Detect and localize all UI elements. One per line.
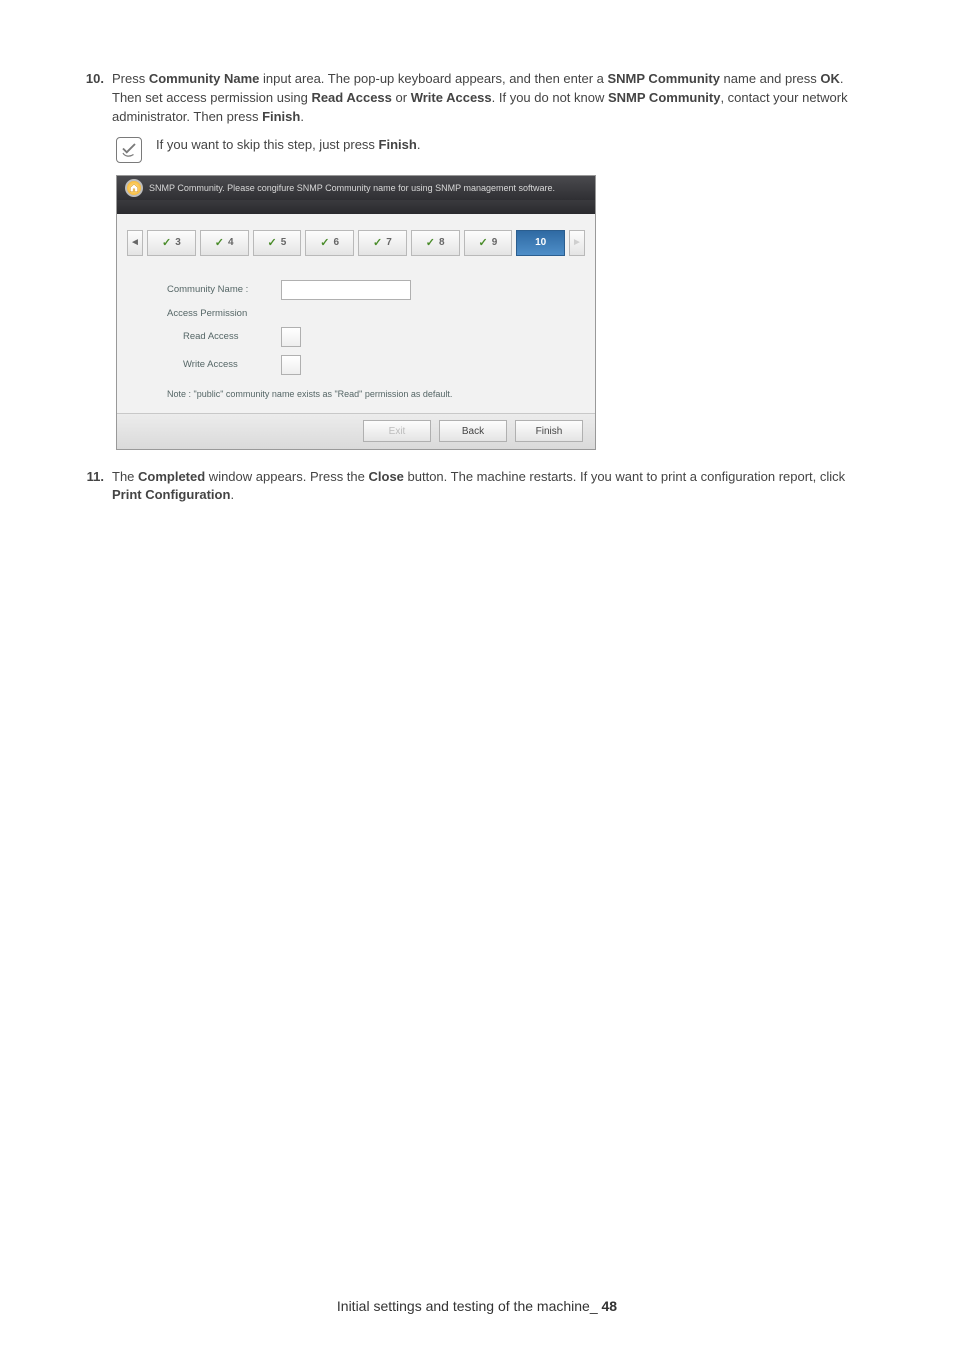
wizard-tab-9[interactable]: ✓9 — [464, 230, 513, 256]
wizard-form: Community Name : Access Permission Read … — [117, 270, 595, 413]
wizard-note: Note : "public" community name exists as… — [167, 389, 545, 399]
wizard-subbar — [117, 200, 595, 214]
step-11: 11. The Completed window appears. Press … — [80, 468, 874, 506]
back-button[interactable]: Back — [439, 420, 507, 442]
wizard-tab-4[interactable]: ✓4 — [200, 230, 249, 256]
step-10: 10. Press Community Name input area. The… — [80, 70, 874, 127]
note-text: If you want to skip this step, just pres… — [156, 137, 420, 152]
tabs-prev-button[interactable]: ◄ — [127, 230, 143, 256]
step-text: The Completed window appears. Press the … — [112, 468, 874, 506]
page-footer: Initial settings and testing of the mach… — [0, 1298, 954, 1314]
home-icon[interactable] — [125, 179, 143, 197]
note-row: If you want to skip this step, just pres… — [116, 137, 874, 163]
finish-button[interactable]: Finish — [515, 420, 583, 442]
wizard-tab-5[interactable]: ✓5 — [253, 230, 302, 256]
read-access-checkbox[interactable] — [281, 327, 301, 347]
wizard-header: SNMP Community. Please congifure SNMP Co… — [117, 176, 595, 200]
write-access-checkbox[interactable] — [281, 355, 301, 375]
step-number: 11. — [80, 468, 104, 506]
check-icon: ✓ — [373, 236, 382, 249]
note-icon — [116, 137, 142, 163]
wizard-footer: Exit Back Finish — [117, 413, 595, 449]
step-number: 10. — [80, 70, 104, 127]
wizard-tab-8[interactable]: ✓8 — [411, 230, 460, 256]
footer-text: Initial settings and testing of the mach… — [337, 1298, 590, 1314]
read-access-label: Read Access — [167, 331, 267, 342]
page-number: 48 — [602, 1298, 618, 1314]
community-name-input[interactable] — [281, 280, 411, 300]
tabs-next-button[interactable]: ► — [569, 230, 585, 256]
write-access-label: Write Access — [167, 359, 267, 370]
wizard-header-text: SNMP Community. Please congifure SNMP Co… — [149, 183, 555, 193]
access-permission-label: Access Permission — [167, 308, 267, 319]
wizard-tabs: ◄ ✓3 ✓4 ✓5 ✓6 ✓7 ✓8 ✓9 10 ► — [117, 214, 595, 270]
check-icon: ✓ — [162, 236, 171, 249]
community-name-label: Community Name : — [167, 284, 267, 295]
exit-button[interactable]: Exit — [363, 420, 431, 442]
check-icon: ✓ — [320, 236, 329, 249]
check-icon: ✓ — [215, 236, 224, 249]
step-text: Press Community Name input area. The pop… — [112, 70, 874, 127]
check-icon: ✓ — [426, 236, 435, 249]
wizard-tab-3[interactable]: ✓3 — [147, 230, 196, 256]
wizard-tab-7[interactable]: ✓7 — [358, 230, 407, 256]
check-icon: ✓ — [478, 236, 487, 249]
wizard-tab-6[interactable]: ✓6 — [305, 230, 354, 256]
wizard-dialog: SNMP Community. Please congifure SNMP Co… — [116, 175, 596, 450]
wizard-tab-10[interactable]: 10 — [516, 230, 565, 256]
check-icon: ✓ — [267, 236, 276, 249]
